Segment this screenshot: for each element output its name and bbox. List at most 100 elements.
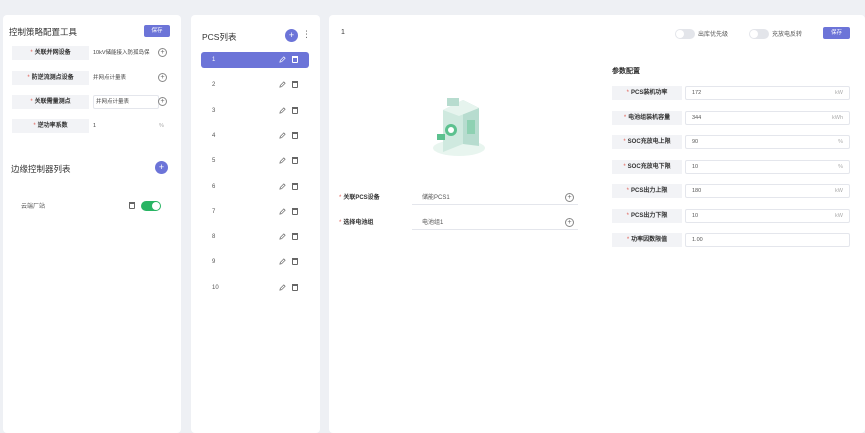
controller-enable-toggle[interactable] [141, 201, 161, 211]
toggle-knob [750, 30, 758, 38]
form-label: * 防逆流测点设备 [12, 71, 89, 85]
unit-label: % [159, 123, 164, 129]
edit-icon[interactable] [279, 56, 286, 63]
form-row: * 防逆流测点设备 并网点计量表 + [12, 71, 172, 85]
save-button[interactable]: 保存 [144, 25, 170, 37]
param-label: * SOC充放电下限 [612, 159, 682, 174]
required-mark: * [626, 237, 630, 243]
form-value[interactable]: 10kV储能接入防孤岛保 [93, 46, 159, 60]
pcs-item-actions [279, 131, 299, 140]
trash-icon[interactable] [292, 182, 298, 190]
pcs-list-item[interactable]: 8 [201, 229, 309, 245]
form-row: * 关联并网设备 10kV储能接入防孤岛保 + [12, 46, 172, 60]
add-controller-button[interactable]: + [155, 161, 168, 174]
trash-icon[interactable] [129, 202, 135, 209]
edit-icon[interactable] [279, 233, 286, 240]
selected-pcs-number: 1 [341, 29, 345, 36]
save-button[interactable]: 保存 [823, 27, 850, 39]
param-row: * PCS装机功率 172 kW [612, 86, 850, 100]
edit-icon[interactable] [279, 182, 286, 190]
pcs-list-item[interactable]: 9 [201, 254, 309, 270]
strategy-config-panel: 控制策略配置工具 保存 * 关联并网设备 10kV储能接入防孤岛保 + * 防逆流测点设备… [3, 15, 181, 433]
param-input[interactable]: 180 kW [685, 184, 850, 198]
edit-icon[interactable] [279, 132, 286, 139]
required-mark: * [623, 139, 626, 145]
pcs-list-title: PCS列表 [202, 32, 237, 42]
edit-icon[interactable] [279, 208, 286, 215]
trash-icon[interactable] [292, 106, 298, 114]
edit-icon[interactable] [279, 258, 286, 265]
pcs-list-item[interactable]: 4 [201, 128, 309, 144]
pcs-item-actions [279, 81, 299, 89]
param-label: * PCS出力上限 [612, 184, 682, 198]
edit-icon[interactable] [279, 106, 286, 114]
edit-icon[interactable] [279, 81, 286, 88]
required-mark: * [30, 99, 33, 105]
pcs-item-actions [279, 233, 299, 241]
select-value[interactable]: 储能PCS1 [412, 191, 578, 205]
unit-label: % [838, 139, 843, 145]
select-row: * 关联PCS设备 储能PCS1 + [339, 191, 579, 205]
param-label: * SOC充放电上限 [612, 135, 682, 149]
edit-icon[interactable] [279, 157, 286, 164]
pcs-list-item[interactable]: 7 [201, 204, 309, 220]
param-label: * 功率因数限值 [612, 233, 682, 247]
form-label: * 关联需量测点 [12, 95, 89, 109]
required-mark: * [626, 188, 629, 194]
param-input[interactable]: 90% [685, 135, 850, 149]
param-config-title: 参数配置 [612, 68, 640, 75]
required-mark: * [623, 114, 627, 121]
form-value[interactable]: 并网点计量表 [93, 71, 159, 85]
pcs-list-item[interactable]: 10 [201, 280, 309, 296]
form-value[interactable]: 1 [93, 119, 159, 133]
pcs-list-item[interactable]: 1 [201, 52, 309, 68]
pcs-list-item[interactable]: 3 [201, 103, 309, 119]
trash-icon[interactable] [292, 207, 298, 215]
trash-icon[interactable] [292, 131, 298, 139]
required-mark: * [339, 195, 342, 201]
param-input[interactable]: 1.00 [685, 233, 850, 247]
param-input[interactable]: 10 kW [685, 208, 850, 223]
pcs-item-actions [279, 283, 299, 292]
required-mark: * [623, 163, 626, 170]
param-label: * PCS出力下限 [612, 208, 682, 223]
pcs-item-actions [279, 106, 299, 115]
trash-icon[interactable] [292, 56, 298, 63]
page-title: 控制策略配置工具 [9, 27, 78, 37]
trash-icon[interactable] [292, 258, 298, 266]
controller-item-name[interactable]: 云端厂站 [21, 201, 45, 210]
plus-circle-icon[interactable]: + [158, 97, 167, 106]
param-input[interactable]: 10% [685, 159, 850, 174]
param-row: * 功率因数限值 1.00 [612, 233, 850, 247]
form-label: * 关联并网设备 [12, 46, 89, 60]
unit-label: kW [835, 90, 843, 96]
pcs-list-item[interactable]: 5 [201, 153, 309, 169]
priority-toggle[interactable] [675, 29, 695, 39]
charge-reverse-toggle[interactable] [749, 29, 769, 39]
plus-circle-icon[interactable]: + [158, 48, 167, 57]
plus-circle-icon[interactable]: + [565, 218, 574, 227]
trash-icon[interactable] [292, 157, 298, 165]
trash-icon[interactable] [292, 233, 298, 241]
param-input[interactable]: 172 kW [685, 86, 850, 100]
unit-label: kW [835, 212, 843, 219]
required-mark: * [27, 75, 30, 81]
trash-icon[interactable] [292, 81, 298, 89]
plus-circle-icon[interactable]: + [565, 193, 574, 202]
pcs-detail-panel: 1 出库优先级 充放电反转 保存 * 关联PCS设备 储能PCS1 + * 选择电池组 电池… [329, 15, 865, 433]
param-input[interactable]: 344 kWh [685, 110, 850, 125]
add-pcs-button[interactable]: + [285, 29, 298, 42]
toggle-knob [152, 202, 160, 210]
edit-icon[interactable] [279, 284, 286, 291]
pcs-list-item[interactable]: 6 [201, 179, 309, 195]
more-icon[interactable]: ⋮ [302, 29, 311, 40]
plus-circle-icon[interactable]: + [158, 73, 167, 82]
pcs-item-actions [279, 157, 299, 165]
unit-label: % [838, 163, 843, 170]
trash-icon[interactable] [292, 283, 298, 291]
form-value[interactable]: 并网点计量表 [93, 95, 159, 109]
controller-list-title: 边缘控制器列表 [11, 164, 71, 174]
select-value[interactable]: 电池组1 [412, 216, 578, 230]
pcs-list-item[interactable]: 2 [201, 77, 309, 93]
required-mark: * [33, 123, 36, 129]
